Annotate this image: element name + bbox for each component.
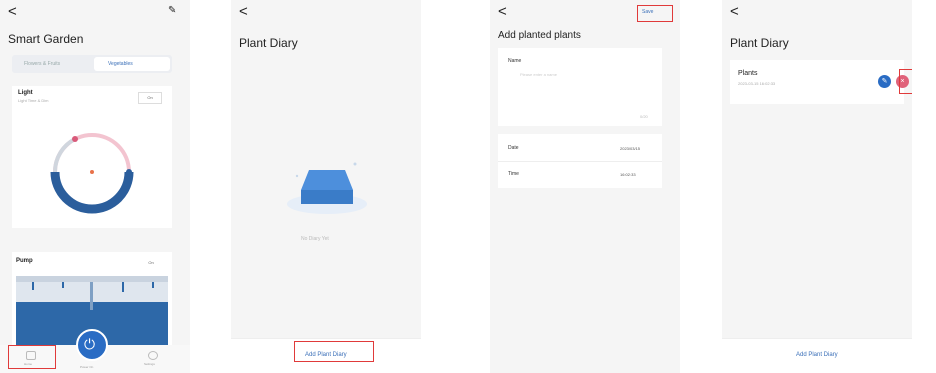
plant-diary-list-screen: < Plant Diary Plants 2023-03-15 16:02:33… [722, 0, 912, 373]
empty-box-illustration [287, 162, 367, 214]
settings-icon[interactable] [148, 351, 158, 360]
highlight-home-tab [8, 345, 56, 369]
back-button[interactable]: < [239, 4, 248, 20]
dial-end-handle[interactable] [126, 169, 132, 175]
time-value[interactable]: 16:02:33 [620, 172, 636, 177]
pipe-top [16, 276, 168, 282]
back-button[interactable]: < [498, 4, 507, 20]
add-plant-diary-button[interactable]: Add Plant Diary [796, 352, 838, 358]
divider [498, 161, 662, 162]
plant-diary-empty-screen: < Plant Diary No Diary Yet Add Plant Dia… [231, 0, 421, 373]
power-icon: ⏻ [84, 336, 96, 352]
mode-tabs: Flowers & Fruits Vegetables [12, 55, 172, 73]
name-char-counter: 0/20 [640, 114, 648, 119]
empty-state-label: No Diary Yet [301, 236, 329, 242]
dial-active-arc [50, 171, 134, 214]
drip-3 [122, 282, 124, 292]
bottom-bar: Add Plant Diary [722, 338, 912, 373]
nav-label-power: Power On [80, 365, 94, 369]
page-title: Add planted plants [498, 30, 581, 41]
date-label: Date [508, 145, 519, 151]
entry-title: Plants [738, 70, 758, 77]
entry-date: 2023-03-15 16:02:33 [738, 81, 776, 86]
light-card: Light Light Time & Dim On [12, 86, 172, 228]
add-planted-plants-screen: < Save Add planted plants Name Please en… [490, 0, 680, 373]
power-button[interactable]: ⏻ [76, 329, 108, 361]
smart-garden-screen: < ✎ Smart Garden Flowers & Fruits Vegeta… [0, 0, 190, 373]
name-label: Name [508, 58, 522, 64]
back-button[interactable]: < [8, 4, 17, 20]
edit-icon[interactable]: ✎ [168, 5, 176, 16]
highlight-delete-button [899, 69, 912, 94]
date-time-card: Date 2023/03/15 Time 16:02:33 [498, 134, 662, 188]
drip-4 [152, 282, 154, 288]
highlight-add-button [294, 341, 374, 362]
time-label: Time [508, 171, 519, 177]
box-lid [301, 170, 353, 190]
dial-inactive-arc [52, 137, 76, 173]
highlight-save-button [637, 5, 673, 22]
diary-entry[interactable]: Plants 2023-03-15 16:02:33 ✎ × [730, 60, 909, 104]
light-timer-dial[interactable] [12, 86, 172, 228]
page-title: Plant Diary [730, 36, 789, 50]
page-title: Smart Garden [8, 32, 84, 46]
page-title: Plant Diary [239, 36, 298, 50]
pump-pipe [90, 282, 93, 310]
back-button[interactable]: < [730, 4, 739, 20]
box-body [301, 190, 353, 204]
edit-icon[interactable]: ✎ [878, 75, 891, 88]
drip-1 [32, 282, 34, 290]
drip-2 [62, 282, 64, 288]
dial-start-handle[interactable] [72, 136, 78, 142]
date-value[interactable]: 2023/03/15 [620, 146, 640, 151]
tab-vegetables[interactable]: Vegetables [94, 57, 170, 71]
sparkle-1 [353, 162, 357, 166]
name-input[interactable]: Please enter a name [520, 72, 557, 77]
dial-center-dot [90, 170, 94, 174]
tab-flowers-fruits[interactable]: Flowers & Fruits [16, 57, 90, 71]
sparkle-2 [295, 174, 299, 178]
nav-label-settings: Settings [144, 362, 155, 366]
name-form-card: Name Please enter a name 0/20 [498, 48, 662, 126]
